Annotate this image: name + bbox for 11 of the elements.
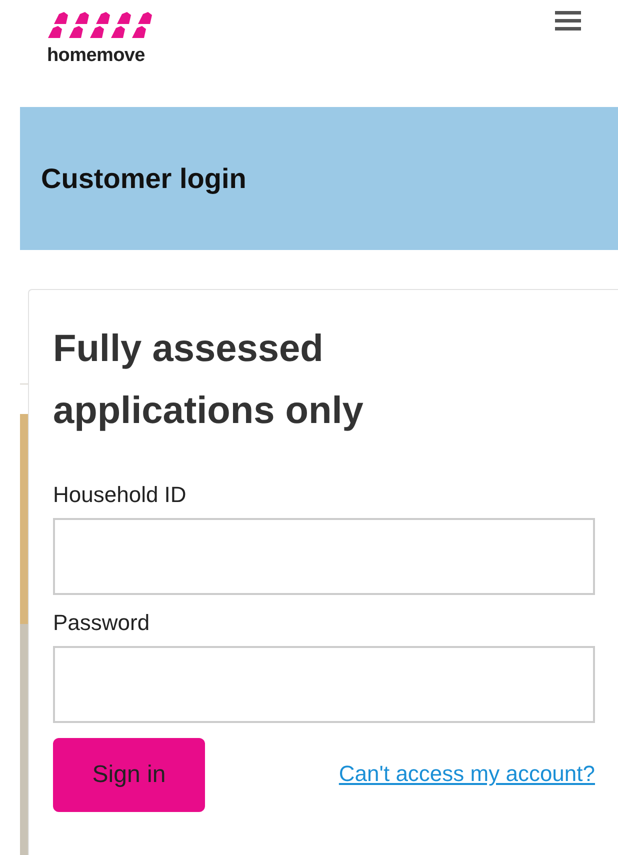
input-field[interactable] [53, 518, 595, 595]
logo-text: homemove [47, 45, 145, 67]
page-title: Customer login [41, 162, 246, 194]
sign-in-button[interactable]: Sign in [53, 738, 205, 812]
menu-icon[interactable] [555, 10, 581, 32]
input-field[interactable] [53, 646, 595, 723]
field-label: Password [53, 610, 151, 636]
help-link[interactable]: Can't access my account? [338, 761, 595, 787]
field-label: Household ID [53, 482, 188, 508]
card-heading: Fully assessed applications only [53, 327, 364, 434]
logo-icon [47, 12, 155, 40]
